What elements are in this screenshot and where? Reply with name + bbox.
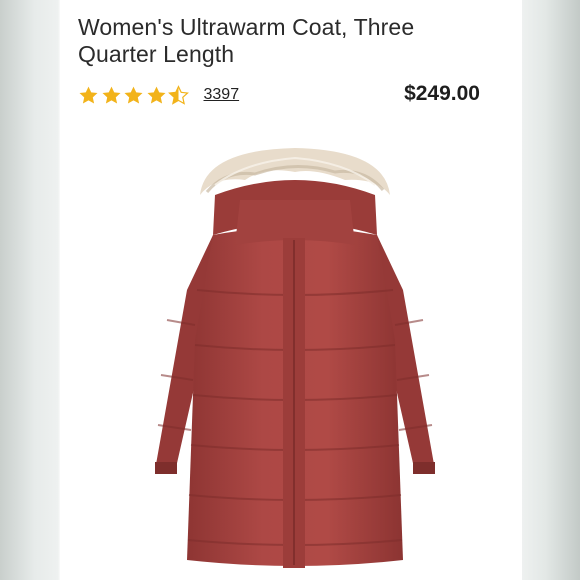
star-icon: [124, 86, 143, 104]
review-count-link[interactable]: 3397: [204, 86, 240, 104]
product-price: $249.00: [404, 82, 480, 105]
star-rating: [78, 84, 191, 106]
rating-row[interactable]: 3397: [78, 82, 239, 108]
half-star-icon: [168, 84, 189, 105]
star-icon: [101, 86, 121, 104]
star-icon: [79, 86, 98, 104]
product-title: Women's Ultrawarm Coat, Three Quarter Le…: [78, 14, 415, 67]
star-icon: [146, 86, 166, 104]
product-card: Women's Ultrawarm Coat, Three Quarter Le…: [60, 0, 522, 580]
red-hooded-parka-image: [155, 148, 435, 568]
